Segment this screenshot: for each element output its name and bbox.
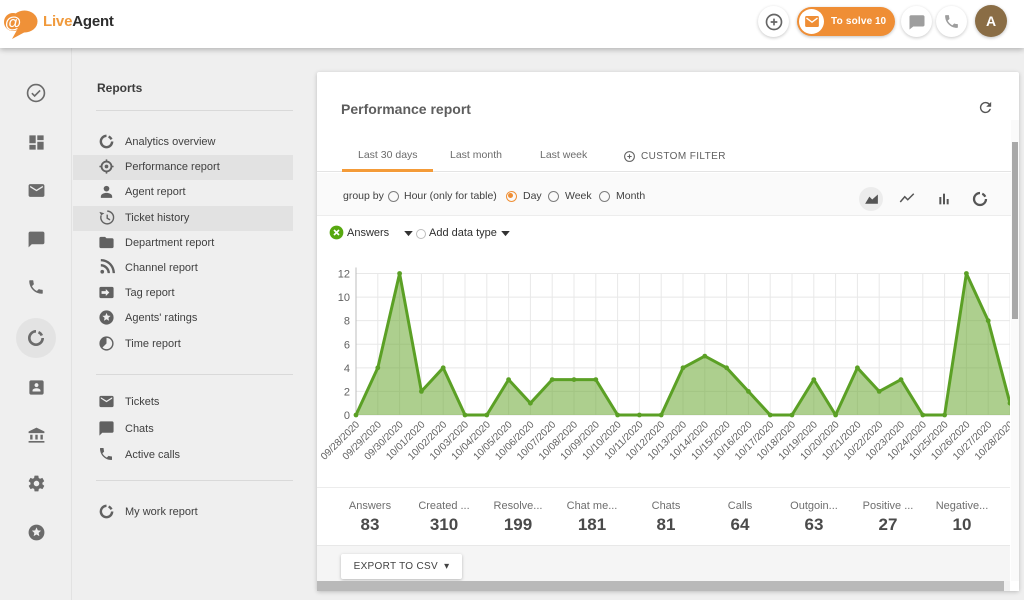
svg-text:0: 0	[344, 410, 350, 422]
svg-text:8: 8	[344, 316, 350, 328]
svg-text:4: 4	[344, 363, 350, 375]
svg-text:12: 12	[338, 269, 350, 281]
svg-text:10: 10	[338, 292, 350, 304]
svg-text:2: 2	[344, 386, 350, 398]
svg-text:6: 6	[344, 339, 350, 351]
svg-text:@: @	[5, 14, 21, 32]
